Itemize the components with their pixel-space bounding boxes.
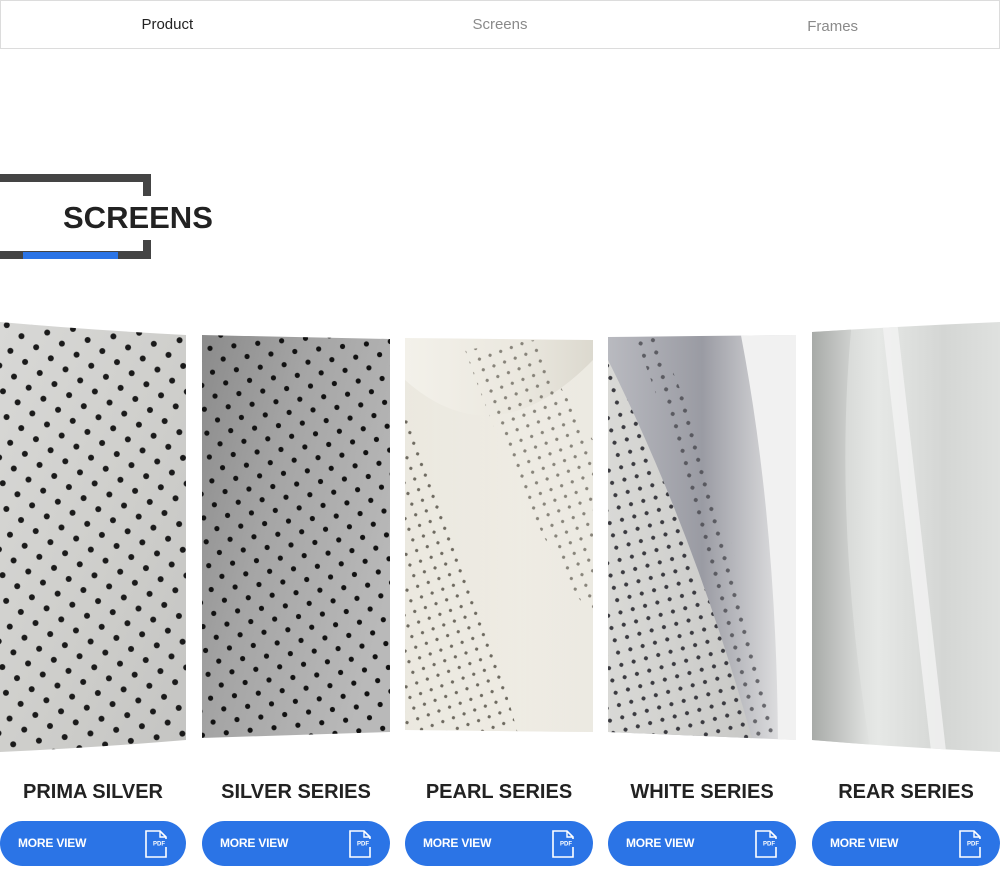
product-card-rear-series: REAR SERIES MORE VIEW PDF xyxy=(812,320,1000,870)
pdf-icon[interactable]: PDF xyxy=(754,830,778,858)
tab-screens[interactable]: Screens xyxy=(334,1,667,48)
more-view-label: MORE VIEW xyxy=(626,836,695,850)
product-name: SILVER SERIES xyxy=(221,781,371,803)
more-view-button[interactable]: MORE VIEW PDF xyxy=(202,821,390,866)
white-series-image xyxy=(608,320,796,760)
product-card-prima-silver: PRIMA SILVER MORE VIEW PDF xyxy=(0,320,186,870)
top-nav: Product Screens Frames xyxy=(0,0,1000,49)
product-name: PRIMA SILVER xyxy=(22,781,163,803)
section-title: SCREENS xyxy=(63,196,215,240)
more-view-button[interactable]: MORE VIEW PDF xyxy=(812,821,1000,866)
pdf-icon[interactable]: PDF xyxy=(144,830,168,858)
more-view-button[interactable]: MORE VIEW PDF xyxy=(608,821,796,866)
product-name: PEARL SERIES xyxy=(425,781,573,803)
pdf-icon[interactable]: PDF xyxy=(958,830,982,858)
more-view-button[interactable]: MORE VIEW PDF xyxy=(0,821,186,866)
svg-text:PDF: PDF xyxy=(357,842,369,848)
product-name: REAR SERIES xyxy=(838,781,974,803)
product-card-pearl-series: PEARL SERIES MORE VIEW PDF xyxy=(405,320,593,870)
product-card-white-series: WHITE SERIES MORE VIEW PDF xyxy=(608,320,796,870)
silver-series-image xyxy=(202,320,390,760)
more-view-label: MORE VIEW xyxy=(423,836,492,850)
tab-product[interactable]: Product xyxy=(1,1,334,48)
rear-series-image xyxy=(812,320,1000,760)
product-name: WHITE SERIES xyxy=(630,781,774,803)
more-view-label: MORE VIEW xyxy=(830,836,899,850)
more-view-button[interactable]: MORE VIEW PDF xyxy=(405,821,593,866)
product-card-silver-series: SILVER SERIES MORE VIEW PDF xyxy=(202,320,390,870)
pdf-icon[interactable]: PDF xyxy=(348,830,372,858)
svg-text:PDF: PDF xyxy=(153,842,165,848)
section-heading-accent-bar xyxy=(23,252,118,259)
prima-silver-image xyxy=(0,320,186,760)
pearl-series-image xyxy=(405,320,593,760)
tab-frames[interactable]: Frames xyxy=(666,1,999,48)
svg-text:PDF: PDF xyxy=(763,842,775,848)
more-view-label: MORE VIEW xyxy=(18,836,87,850)
svg-text:PDF: PDF xyxy=(967,842,979,848)
more-view-label: MORE VIEW xyxy=(220,836,289,850)
pdf-icon[interactable]: PDF xyxy=(551,830,575,858)
svg-text:PDF: PDF xyxy=(560,842,572,848)
